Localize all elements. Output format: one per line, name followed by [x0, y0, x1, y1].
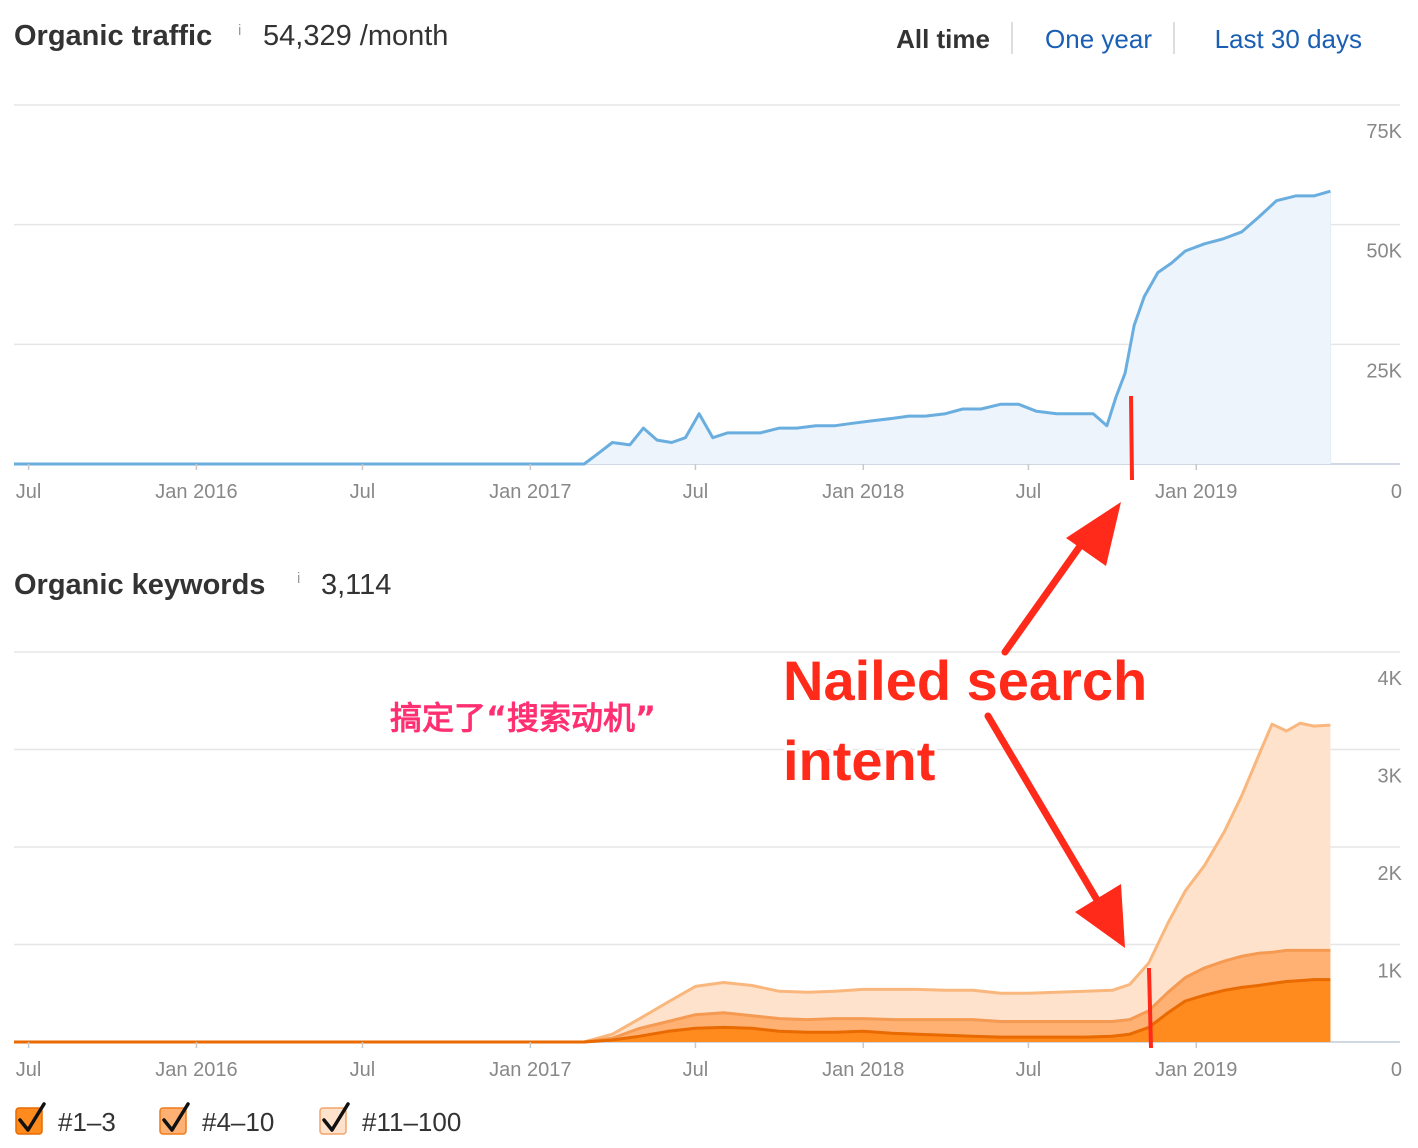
x-tick-label: Jul [1016, 481, 1042, 503]
range-all-time[interactable]: All time [896, 24, 990, 54]
annotation-marker-keywords [1147, 967, 1153, 1049]
traffic-chart: Jul Jan 2016 Jul Jan 2017 Jul Jan 2018 Jul Jan … [14, 104, 1403, 503]
legend-label: #4–10 [202, 1107, 274, 1137]
y-tick-label: 75K [1366, 121, 1402, 143]
x-tick-label: Jan 2019 [1155, 481, 1237, 503]
y-tick-label: 0 [1391, 481, 1402, 503]
keywords-legend: #1–3 #4–10 #11–100 [15, 1102, 461, 1137]
y-tick-label: 50K [1366, 241, 1402, 263]
keywords-area-top100 [14, 723, 1331, 1042]
keywords-stacked-areas [14, 721, 1331, 1044]
legend-label: #11–100 [362, 1107, 461, 1137]
y-tick-label: 1K [1378, 961, 1403, 983]
x-tick-label: Jul [350, 481, 376, 503]
keywords-value: 3,114 [321, 569, 391, 601]
annotation-arrow-up [1001, 502, 1121, 656]
x-tick-label: Jul [683, 481, 709, 503]
y-tick-label: 3K [1378, 766, 1403, 788]
range-one-year[interactable]: One year [1045, 24, 1152, 54]
x-tick-label: Jan 2019 [1155, 1059, 1237, 1081]
x-tick-label: Jan 2018 [822, 481, 904, 503]
x-tick-label: Jan 2017 [489, 481, 571, 503]
keywords-x-axis: Jul Jan 2016 Jul Jan 2017 Jul Jan 2018 Jul Jan … [16, 1042, 1237, 1081]
annotation-marker-traffic [1129, 395, 1134, 481]
traffic-x-axis: Jul Jan 2016 Jul Jan 2017 Jul Jan 2018 Jul Jan … [16, 464, 1237, 503]
legend-item[interactable]: #4–10 [159, 1102, 274, 1137]
x-tick-label: Jul [683, 1059, 709, 1081]
x-tick-label: Jul [350, 1059, 376, 1081]
annotation-callout-line2: intent [783, 729, 935, 792]
range-last-30-days[interactable]: Last 30 days [1215, 24, 1362, 54]
traffic-info-icon[interactable]: i [238, 22, 241, 39]
x-tick-label: Jan 2016 [155, 481, 237, 503]
keywords-y-axis: 4K 3K 2K 1K 0 [1378, 668, 1403, 1081]
annotation-callout-chinese: 搞定了“搜索动机” [390, 699, 656, 737]
x-tick-label: Jan 2016 [155, 1059, 237, 1081]
keywords-title: Organic keywords [14, 569, 265, 601]
y-tick-label: 0 [1391, 1059, 1402, 1081]
x-tick-label: Jul [1016, 1059, 1042, 1081]
x-tick-label: Jan 2018 [822, 1059, 904, 1081]
y-tick-label: 25K [1366, 360, 1402, 382]
x-tick-label: Jul [16, 481, 42, 503]
legend-label: #1–3 [58, 1107, 116, 1137]
x-tick-label: Jan 2017 [489, 1059, 571, 1081]
traffic-title: Organic traffic [14, 20, 212, 52]
legend-item[interactable]: #11–100 [319, 1102, 461, 1137]
x-tick-label: Jul [16, 1059, 42, 1081]
keywords-info-icon[interactable]: i [297, 570, 300, 587]
y-tick-label: 4K [1378, 668, 1403, 690]
legend-item[interactable]: #1–3 [15, 1102, 116, 1137]
traffic-value: 54,329 /month [263, 20, 448, 52]
annotation-callout-line1: Nailed search [783, 649, 1147, 712]
traffic-y-axis: 75K 50K 25K 0 [1366, 121, 1402, 503]
dashboard-canvas: Organic traffic i 54,329 /month All time… [14, 20, 1403, 1137]
y-tick-label: 2K [1378, 863, 1403, 885]
page: Organic traffic i 54,329 /month All time… [0, 0, 1418, 1148]
keywords-chart: Jul Jan 2016 Jul Jan 2017 Jul Jan 2018 Jul Jan … [14, 651, 1403, 1081]
annotation-arrow-down [984, 712, 1125, 948]
